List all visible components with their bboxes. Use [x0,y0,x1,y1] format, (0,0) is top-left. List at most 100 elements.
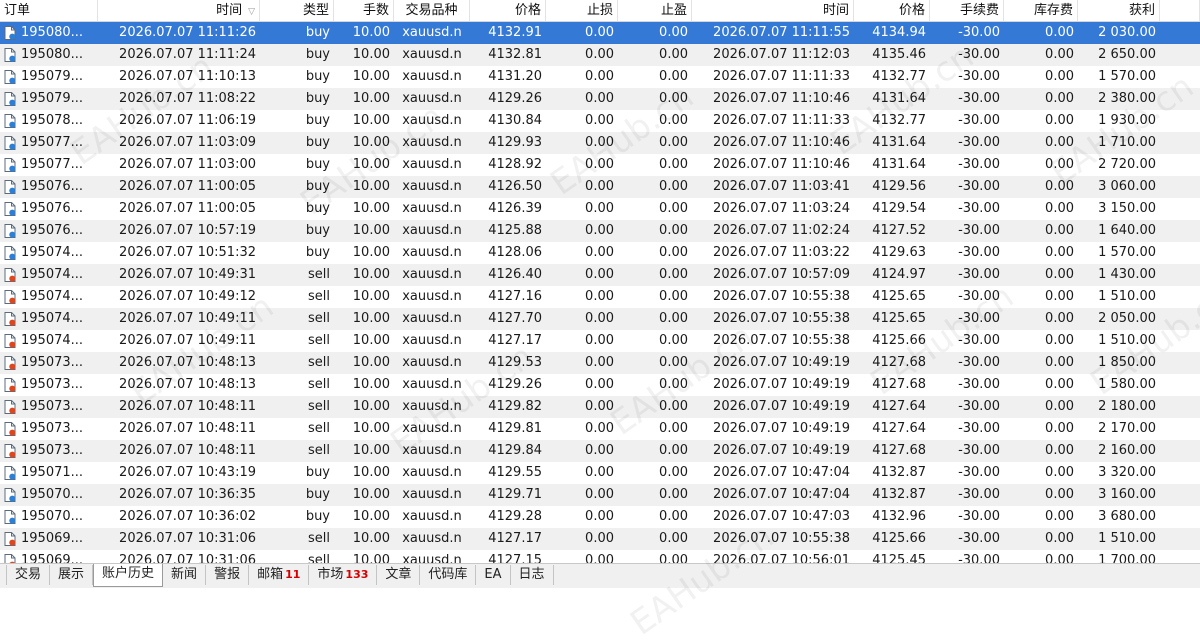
sell-order-icon [4,334,16,348]
table-row[interactable]: 195073... 2026.07.07 10:48:11 sell 10.00 xau… [0,418,1200,440]
table-row[interactable]: 195076... 2026.07.07 11:00:05 buy 10.00 xauu… [0,198,1200,220]
table-row[interactable]: 195074... 2026.07.07 10:49:31 sell 10.00 xau… [0,264,1200,286]
cell-sl: 0.00 [585,25,614,40]
tab-5[interactable]: 邮箱 11 [249,565,310,585]
table-row[interactable]: 195071... 2026.07.07 10:43:19 buy 10.00 xauu… [0,462,1200,484]
col-header-profit[interactable]: 获利 [1078,0,1160,21]
buy-order-icon [4,488,16,502]
table-row[interactable]: 195069... 2026.07.07 10:31:06 sell 10.00 xau… [0,550,1200,563]
cell-open-price: 4132.91 [488,25,542,40]
cell-profit: 3 160.00 [1098,487,1156,502]
cell-lots: 10.00 [352,223,390,238]
cell-sl: 0.00 [585,267,614,282]
cell-open-time: 2026.07.07 10:49:31 [119,267,256,282]
cell-tp: 0.00 [659,311,688,326]
table-row[interactable]: 195073... 2026.07.07 10:48:11 sell 10.00 xau… [0,396,1200,418]
col-header-open-time[interactable]: 时间 ▽ [98,0,260,21]
col-header-swap[interactable]: 库存费 [1004,0,1078,21]
tab-2[interactable]: 账户历史 [93,564,164,587]
table-row[interactable]: 195076... 2026.07.07 10:57:19 buy 10.00 xauu… [0,220,1200,242]
table-row[interactable]: 195074... 2026.07.07 10:49:11 sell 10.00 xau… [0,308,1200,330]
col-header-type[interactable]: 类型 [260,0,334,21]
table-row[interactable]: 195070... 2026.07.07 10:36:02 buy 10.00 xauu… [0,506,1200,528]
cell-symbol: xauusd.n [402,47,462,62]
cell-tp: 0.00 [659,267,688,282]
col-header-lots[interactable]: 手数 [334,0,394,21]
cell-swap: 0.00 [1045,245,1074,260]
table-row[interactable]: 195080... 2026.07.07 11:11:24 buy 10.00 xauu… [0,44,1200,66]
cell-symbol: xauusd.n [402,91,462,106]
tab-8[interactable]: 代码库 [420,565,477,585]
order-number: 195073... [21,355,84,370]
cell-close-time: 2026.07.07 10:47:03 [713,509,850,524]
cell-lots: 10.00 [352,311,390,326]
col-header-tp[interactable]: 止盈 [618,0,692,21]
order-number: 195076... [21,223,84,238]
col-header-symbol[interactable]: 交易品种 [394,0,470,21]
cell-close-time: 2026.07.07 11:10:46 [713,91,850,106]
cell-filler [1160,352,1200,374]
tab-7[interactable]: 文章 [377,565,421,585]
table-row[interactable]: 195069... 2026.07.07 10:31:06 sell 10.00 xau… [0,528,1200,550]
cell-symbol: xauusd.n [402,179,462,194]
col-header-order[interactable]: 订单 [0,0,98,21]
cell-sl: 0.00 [585,377,614,392]
cell-open-time: 2026.07.07 10:31:06 [119,553,256,563]
table-row[interactable]: 195074... 2026.07.07 10:49:12 sell 10.00 xau… [0,286,1200,308]
tab-0[interactable]: 交易 [6,565,51,585]
tab-4[interactable]: 警报 [206,565,250,585]
col-header-sl[interactable]: 止损 [546,0,618,21]
table-row[interactable]: 195073... 2026.07.07 10:48:11 sell 10.00 xau… [0,440,1200,462]
tab-6[interactable]: 市场 133 [309,565,378,585]
cell-tp: 0.00 [659,69,688,84]
cell-lots: 10.00 [352,531,390,546]
cell-order: 195079... [0,66,98,88]
table-row[interactable]: 195078... 2026.07.07 11:06:19 buy 10.00 xauu… [0,110,1200,132]
tab-label: 市场 [317,567,344,582]
cell-filler [1160,220,1200,242]
order-number: 195071... [21,465,84,480]
cell-open-time: 2026.07.07 11:11:24 [119,47,256,62]
table-row[interactable]: 195073... 2026.07.07 10:48:13 sell 10.00 xau… [0,352,1200,374]
col-header-open-price[interactable]: 价格 [470,0,546,21]
table-row[interactable]: 195079... 2026.07.07 11:10:13 buy 10.00 xauu… [0,66,1200,88]
table-row[interactable]: 195077... 2026.07.07 11:03:09 buy 10.00 xauu… [0,132,1200,154]
tab-9[interactable]: EA [476,565,511,585]
cell-commission: -30.00 [958,69,1000,84]
tab-label: 账户历史 [102,566,155,581]
buy-order-icon [4,48,16,62]
cell-filler [1160,66,1200,88]
table-row[interactable]: 195073... 2026.07.07 10:48:13 sell 10.00 xau… [0,374,1200,396]
table-row[interactable]: 195079... 2026.07.07 11:08:22 buy 10.00 xauu… [0,88,1200,110]
table-row[interactable]: 195076... 2026.07.07 11:00:05 buy 10.00 xauu… [0,176,1200,198]
table-row[interactable]: 195077... 2026.07.07 11:03:00 buy 10.00 xauu… [0,154,1200,176]
cell-type: buy [305,135,330,150]
cell-open-time: 2026.07.07 11:08:22 [119,91,256,106]
cell-swap: 0.00 [1045,47,1074,62]
cell-tp: 0.00 [659,179,688,194]
order-number: 195079... [21,91,84,106]
tab-1[interactable]: 展示 [50,565,94,585]
cell-type: buy [305,223,330,238]
cell-tp: 0.00 [659,355,688,370]
tab-3[interactable]: 新闻 [163,565,207,585]
order-number: 195073... [21,443,84,458]
col-header-close-price[interactable]: 价格 [854,0,930,21]
col-header-commission[interactable]: 手续费 [930,0,1004,21]
col-header-close-time[interactable]: 时间 [692,0,854,21]
table-row[interactable]: 195080... 2026.07.07 11:11:26 buy 10.00 xauu… [0,22,1200,44]
buy-order-icon [4,224,16,238]
cell-lots: 10.00 [352,25,390,40]
cell-open-price: 4127.15 [488,553,542,563]
table-row[interactable]: 195070... 2026.07.07 10:36:35 buy 10.00 xauu… [0,484,1200,506]
cell-close-price: 4134.94 [872,25,926,40]
cell-lots: 10.00 [352,333,390,348]
tab-10[interactable]: 日志 [511,565,554,585]
cell-open-time: 2026.07.07 11:06:19 [119,113,256,128]
order-number: 195073... [21,399,84,414]
table-row[interactable]: 195074... 2026.07.07 10:51:32 buy 10.00 xauu… [0,242,1200,264]
order-number: 195078... [21,113,84,128]
cell-profit: 2 050.00 [1098,311,1156,326]
table-row[interactable]: 195074... 2026.07.07 10:49:11 sell 10.00 xau… [0,330,1200,352]
cell-swap: 0.00 [1045,91,1074,106]
